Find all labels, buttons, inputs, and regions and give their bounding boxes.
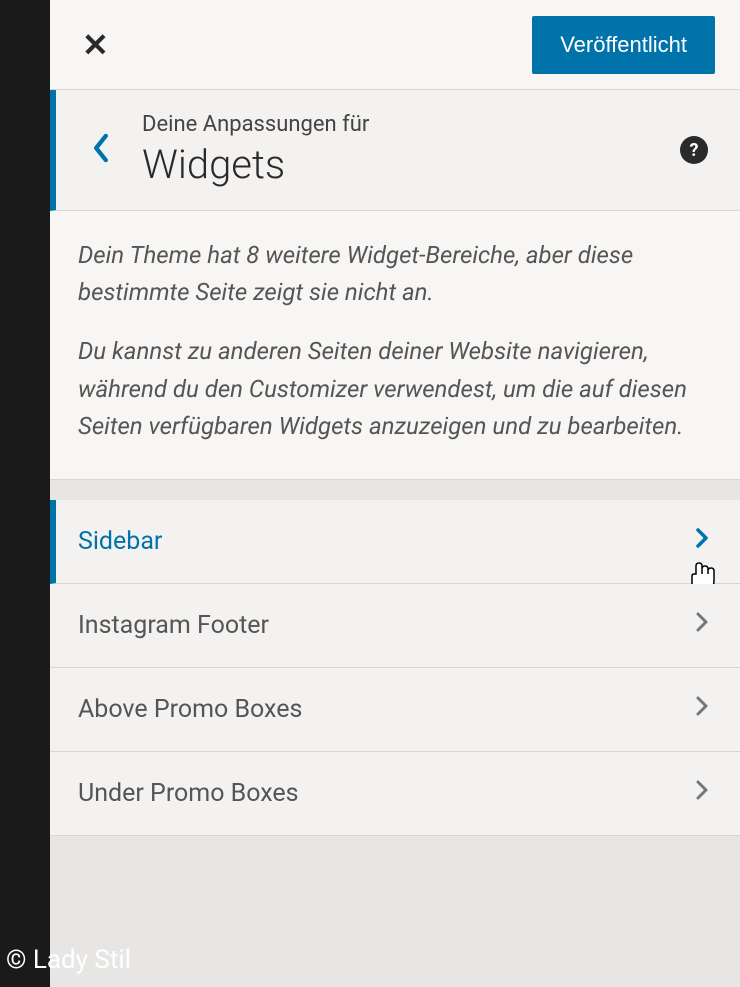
header-text: Deine Anpassungen für Widgets — [142, 112, 680, 188]
chevron-right-icon — [692, 524, 712, 559]
top-bar: ✕ Veröffentlicht — [50, 0, 740, 90]
widget-area-label: Above Promo Boxes — [78, 695, 302, 724]
page-title: Widgets — [142, 141, 680, 188]
description-text-2: Du kannst zu anderen Seiten deiner Websi… — [78, 333, 712, 445]
header-subtitle: Deine Anpassungen für — [142, 112, 680, 137]
description-text-1: Dein Theme hat 8 weitere Widget-Bereiche… — [78, 237, 712, 311]
spacer — [50, 480, 740, 500]
description-panel: Dein Theme hat 8 weitere Widget-Bereiche… — [50, 211, 740, 480]
close-icon[interactable]: ✕ — [70, 18, 121, 72]
widget-area-label: Under Promo Boxes — [78, 779, 299, 808]
chevron-right-icon — [692, 692, 712, 727]
widget-area-under-promo[interactable]: Under Promo Boxes — [50, 752, 740, 836]
widget-area-label: Instagram Footer — [78, 611, 269, 640]
widget-area-instagram-footer[interactable]: Instagram Footer — [50, 584, 740, 668]
widget-area-list: Sidebar Instagram Footer Above Promo Bo — [50, 500, 740, 836]
widget-area-label: Sidebar — [78, 527, 162, 556]
widget-area-above-promo[interactable]: Above Promo Boxes — [50, 668, 740, 752]
help-icon[interactable]: ? — [680, 136, 708, 164]
watermark: © Lady Stil — [6, 945, 131, 975]
chevron-left-icon — [90, 131, 112, 165]
widget-area-sidebar[interactable]: Sidebar — [50, 500, 740, 584]
publish-button[interactable]: Veröffentlicht — [532, 16, 715, 74]
chevron-right-icon — [692, 776, 712, 811]
customizer-panel: ✕ Veröffentlicht Deine Anpassungen für W… — [50, 0, 740, 987]
panel-header: Deine Anpassungen für Widgets ? — [50, 90, 740, 211]
back-button[interactable] — [56, 131, 142, 169]
chevron-right-icon — [692, 608, 712, 643]
